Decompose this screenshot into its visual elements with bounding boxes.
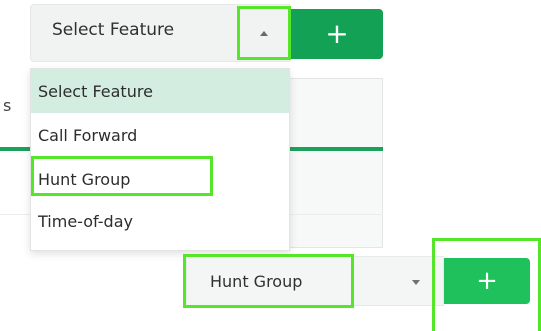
hunt-group-highlight bbox=[31, 156, 213, 196]
add-feature-button[interactable]: + bbox=[291, 9, 383, 59]
feature-select-result-toggle[interactable] bbox=[410, 276, 422, 288]
dropdown-option-time-of-day[interactable]: Time-of-day bbox=[31, 199, 289, 243]
chevron-up-icon bbox=[260, 30, 268, 36]
feature-select-value: Select Feature bbox=[52, 20, 175, 40]
dropdown-option-call-forward[interactable]: Call Forward bbox=[31, 113, 289, 157]
background-card-label-fragment: s bbox=[3, 96, 12, 115]
chevron-down-icon bbox=[412, 279, 420, 285]
add-button-highlight bbox=[432, 238, 541, 331]
feature-select-result-value: Hunt Group bbox=[210, 272, 303, 291]
feature-select-toggle[interactable] bbox=[237, 6, 291, 60]
dropdown-option-select-feature[interactable]: Select Feature bbox=[31, 69, 289, 113]
